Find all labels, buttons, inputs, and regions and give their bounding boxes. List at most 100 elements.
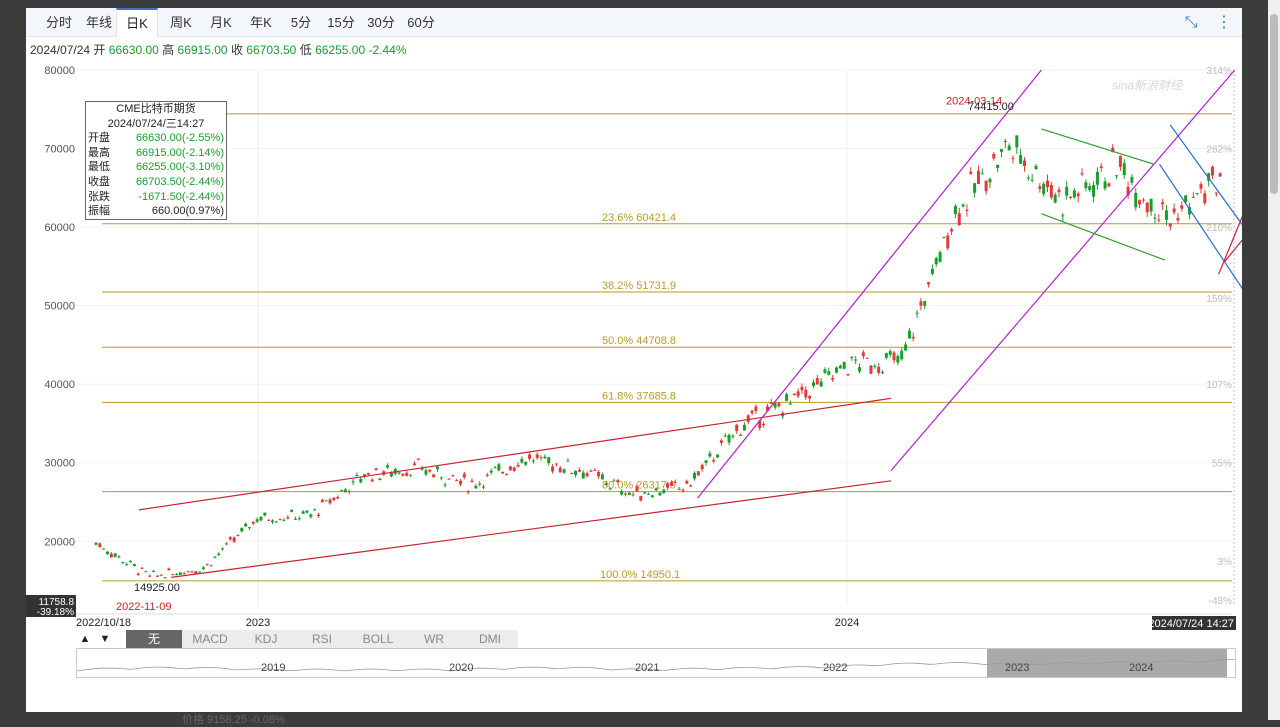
indicator-tab-kdj[interactable]: KDJ bbox=[238, 630, 295, 648]
info-row: 振幅 660.00(0.97%) bbox=[86, 204, 226, 219]
candle-body bbox=[620, 491, 624, 495]
candle-body bbox=[988, 178, 992, 183]
tab-7[interactable]: 15分 bbox=[322, 8, 360, 36]
candle-body bbox=[804, 389, 808, 398]
high-value: 66915.00 bbox=[177, 43, 228, 57]
y-tick-label: 30000 bbox=[44, 458, 75, 470]
candle-body bbox=[834, 367, 838, 373]
indicator-tab-boll[interactable]: BOLL bbox=[350, 630, 407, 648]
candle-body bbox=[201, 567, 205, 569]
candle-body bbox=[658, 492, 662, 496]
candle-body bbox=[290, 509, 294, 512]
candle-body bbox=[961, 204, 965, 207]
candle-body bbox=[712, 460, 716, 462]
candle-body bbox=[735, 424, 739, 431]
candle-body bbox=[865, 357, 869, 359]
candle-body bbox=[934, 258, 938, 265]
candle-body bbox=[351, 481, 355, 483]
candle-body bbox=[1072, 190, 1076, 198]
scroll-down-arrow-icon[interactable]: ▼ bbox=[96, 630, 114, 648]
candle-body bbox=[478, 483, 482, 485]
candle-body bbox=[432, 474, 436, 478]
more-menu-icon[interactable]: ⋮ bbox=[1216, 14, 1232, 31]
channel-line-green-lower bbox=[1041, 213, 1166, 261]
candle-body bbox=[470, 480, 474, 482]
candle-body bbox=[132, 563, 136, 567]
candle-body bbox=[942, 236, 946, 238]
indicator-tab-macd[interactable]: MACD bbox=[182, 630, 239, 648]
tab-0[interactable]: 分时 bbox=[40, 8, 78, 36]
candle-body bbox=[1092, 185, 1096, 197]
candle-body bbox=[113, 553, 117, 557]
fullscreen-icon[interactable]: ⤡ bbox=[1185, 14, 1198, 31]
indicator-tab-无[interactable]: 无 bbox=[126, 630, 183, 648]
indicator-tab-rsi[interactable]: RSI bbox=[294, 630, 351, 648]
candle-body bbox=[389, 472, 393, 477]
tab-1[interactable]: 年线 bbox=[80, 8, 118, 36]
candle-body bbox=[1161, 202, 1165, 205]
y-tick-label: 20000 bbox=[44, 536, 75, 548]
candle-body bbox=[501, 471, 505, 474]
candle-body bbox=[125, 564, 129, 566]
tab-9[interactable]: 60分 bbox=[402, 8, 440, 36]
candle-body bbox=[950, 229, 954, 232]
candle-body bbox=[716, 454, 720, 458]
candle-body bbox=[516, 464, 520, 467]
candle-body bbox=[827, 371, 831, 375]
tab-4[interactable]: 月K bbox=[202, 8, 240, 36]
candle-body bbox=[217, 553, 221, 556]
candle-body bbox=[455, 480, 459, 482]
candle-body bbox=[1003, 141, 1007, 143]
candle-body bbox=[1130, 176, 1134, 183]
candle-body bbox=[980, 173, 984, 175]
candle-body bbox=[631, 494, 635, 496]
info-row-value: 66703.50(-2.44%) bbox=[135, 175, 224, 188]
candle-body bbox=[209, 565, 213, 567]
info-row-label: 张跌 bbox=[88, 190, 110, 203]
candle-body bbox=[236, 535, 240, 537]
candle-body bbox=[685, 480, 689, 484]
tab-6[interactable]: 5分 bbox=[282, 8, 320, 36]
candle-body bbox=[1134, 192, 1138, 208]
candle-body bbox=[186, 571, 190, 573]
candle-body bbox=[305, 510, 309, 513]
candle-body bbox=[424, 470, 428, 475]
info-title: CME比特币期货 bbox=[116, 103, 196, 115]
range-navigator[interactable]: 2019 2020 2021 2022 2023 2024 bbox=[76, 648, 1236, 678]
tab-8[interactable]: 30分 bbox=[362, 8, 400, 36]
candle-body bbox=[221, 548, 225, 550]
scrollbar-thumb[interactable] bbox=[1270, 14, 1278, 194]
candle-body bbox=[577, 469, 581, 472]
candle-body bbox=[171, 574, 175, 576]
indicator-tab-dmi[interactable]: DMI bbox=[462, 630, 519, 648]
candle-body bbox=[957, 213, 961, 226]
candle-body bbox=[643, 492, 647, 494]
candle-body bbox=[405, 472, 409, 476]
scroll-left-arrow-icon[interactable]: ▲ bbox=[76, 630, 94, 648]
tab-5[interactable]: 年K bbox=[242, 8, 280, 36]
candle-body bbox=[869, 365, 873, 374]
channel-line-purple-lower bbox=[890, 69, 1236, 471]
candle-body bbox=[1118, 156, 1122, 167]
navigator-year-label: 2019 bbox=[261, 662, 286, 674]
candle-body bbox=[742, 424, 746, 431]
candle-body bbox=[700, 464, 704, 470]
candle-body bbox=[984, 180, 988, 192]
right-pct-label: 55% bbox=[1212, 459, 1232, 470]
page-scrollbar[interactable] bbox=[1268, 0, 1280, 720]
indicator-tab-wr[interactable]: WR bbox=[406, 630, 463, 648]
tab-3[interactable]: 周K bbox=[162, 8, 200, 36]
candle-body bbox=[497, 464, 501, 471]
candle-body bbox=[190, 571, 194, 573]
candle-body bbox=[412, 463, 416, 466]
candle-body bbox=[953, 205, 957, 214]
info-datetime: 2024/07/24/三14:27 bbox=[107, 117, 205, 130]
candle-body bbox=[1210, 166, 1214, 176]
candle-body bbox=[593, 470, 597, 472]
candle-body bbox=[286, 517, 290, 519]
candle-body bbox=[1095, 171, 1099, 185]
candle-body bbox=[163, 577, 167, 579]
fib-level-label: 61.8% 37685.8 bbox=[602, 390, 676, 402]
candle-body bbox=[1176, 217, 1180, 221]
tab-2[interactable]: 日K bbox=[116, 8, 158, 37]
